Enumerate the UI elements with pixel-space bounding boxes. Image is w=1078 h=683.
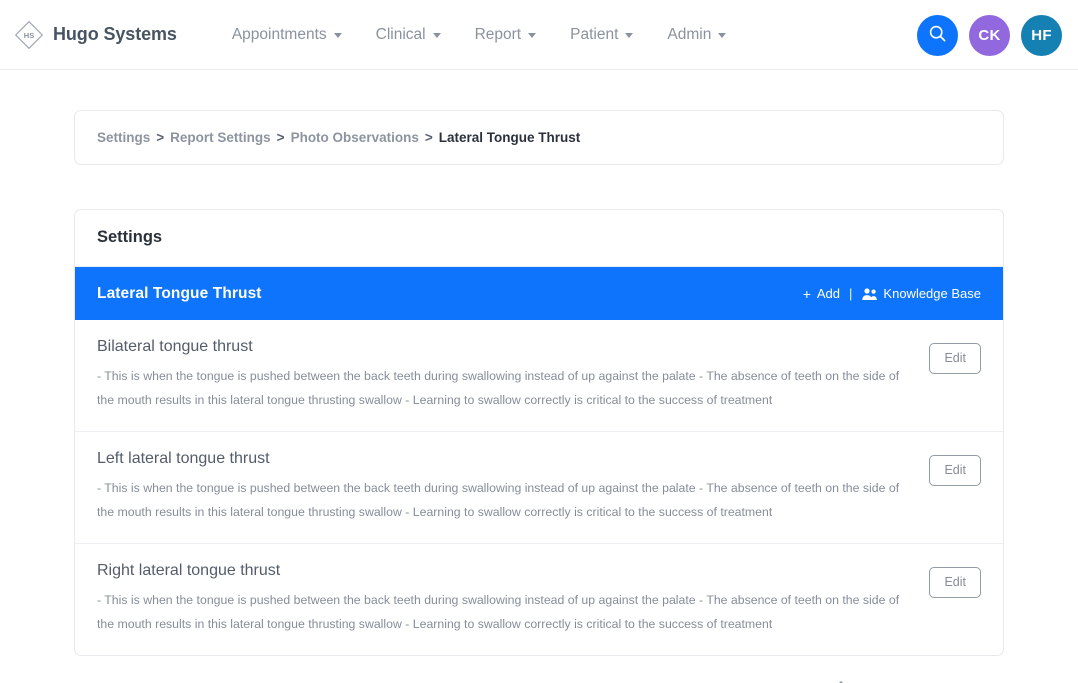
list-item-title: Left lateral tongue thrust bbox=[97, 450, 270, 468]
list-item-description: - This is when the tongue is pushed betw… bbox=[97, 593, 900, 632]
breadcrumb-item-report-settings[interactable]: Report Settings bbox=[170, 130, 271, 145]
add-button-label: Add bbox=[816, 286, 841, 301]
edit-button[interactable]: Edit bbox=[929, 343, 981, 374]
nav-item-label: Admin bbox=[667, 25, 712, 43]
brand-logo-link[interactable]: HS Hugo Systems bbox=[14, 20, 177, 50]
list-item-title: Right lateral tongue thrust bbox=[97, 562, 281, 580]
knowledge-base-label: Knowledge Base bbox=[883, 286, 981, 301]
breadcrumb-item-photo-observations[interactable]: Photo Observations bbox=[291, 130, 419, 145]
list-item-description: - This is when the tongue is pushed betw… bbox=[97, 481, 900, 520]
nav-item-patient[interactable]: Patient bbox=[553, 20, 650, 50]
knowledge-base-button[interactable]: Knowledge Base bbox=[861, 286, 981, 301]
svg-text:HS: HS bbox=[24, 31, 34, 40]
settings-card: Settings Lateral Tongue Thrust + Add | K… bbox=[74, 209, 1004, 657]
diamond-hs-logo-icon: HS bbox=[14, 20, 44, 50]
list-item-title: Bilateral tongue thrust bbox=[97, 338, 253, 355]
avatar-initials: HF bbox=[1031, 26, 1052, 44]
nav-item-clinical[interactable]: Clinical bbox=[359, 20, 458, 50]
avatar-ck[interactable]: CK bbox=[969, 14, 1010, 56]
section-header-bar: Lateral Tongue Thrust + Add | Knowledge … bbox=[75, 267, 1003, 320]
nav-item-label: Patient bbox=[570, 25, 619, 43]
chevron-down-icon bbox=[432, 33, 441, 38]
main-nav: Appointments Clinical Report Patient Adm… bbox=[215, 20, 743, 50]
top-navigation-bar: HS Hugo Systems Appointments Clinical Re… bbox=[0, 0, 1078, 70]
footer-logo: HS HUGO SYSTEMS bbox=[818, 678, 1004, 683]
page-title: Settings bbox=[75, 210, 1003, 267]
footer: HS HUGO SYSTEMS bbox=[74, 678, 1004, 683]
edit-button[interactable]: Edit bbox=[929, 455, 981, 487]
brand-name: Hugo Systems bbox=[53, 24, 177, 44]
avatar-initials: CK bbox=[978, 26, 1001, 44]
list-item-text: Right lateral tongue thrust - This is wh… bbox=[97, 561, 911, 637]
chevron-down-icon bbox=[625, 33, 634, 38]
nav-item-admin[interactable]: Admin bbox=[650, 20, 743, 50]
edit-button[interactable]: Edit bbox=[929, 567, 981, 599]
list-item-text: Bilateral tongue thrust - This is when t… bbox=[97, 337, 911, 413]
nav-item-report[interactable]: Report bbox=[458, 20, 554, 50]
breadcrumb-item-current: Lateral Tongue Thrust bbox=[438, 130, 581, 145]
people-icon bbox=[861, 287, 878, 301]
list-item: Left lateral tongue thrust - This is whe… bbox=[75, 432, 1003, 545]
list-item: Bilateral tongue thrust - This is when t… bbox=[75, 320, 1003, 433]
breadcrumb-separator: > bbox=[276, 130, 285, 145]
top-bar-actions: CK HF bbox=[917, 0, 1062, 70]
breadcrumb-separator: > bbox=[156, 130, 165, 145]
search-button[interactable] bbox=[917, 14, 958, 56]
content-container: Settings > Report Settings > Photo Obser… bbox=[74, 110, 1004, 683]
search-icon bbox=[928, 24, 947, 47]
breadcrumb-separator: > bbox=[424, 130, 433, 145]
list-item: Right lateral tongue thrust - This is wh… bbox=[75, 544, 1003, 655]
breadcrumb-item-settings[interactable]: Settings bbox=[97, 130, 150, 145]
nav-item-appointments[interactable]: Appointments bbox=[215, 20, 359, 50]
nav-item-label: Clinical bbox=[375, 25, 426, 43]
chevron-down-icon bbox=[718, 33, 727, 38]
breadcrumb: Settings > Report Settings > Photo Obser… bbox=[74, 110, 1004, 165]
chevron-down-icon bbox=[528, 33, 537, 38]
list-item-description: - This is when the tongue is pushed betw… bbox=[97, 369, 900, 408]
chevron-down-icon bbox=[333, 33, 342, 38]
section-title: Lateral Tongue Thrust bbox=[97, 284, 262, 302]
page-body: Settings > Report Settings > Photo Obser… bbox=[0, 110, 1078, 683]
avatar-hf[interactable]: HF bbox=[1021, 14, 1062, 56]
nav-item-label: Appointments bbox=[231, 25, 327, 43]
nav-item-label: Report bbox=[474, 25, 522, 43]
list-item-text: Left lateral tongue thrust - This is whe… bbox=[97, 449, 911, 525]
actions-divider: | bbox=[849, 286, 853, 301]
diamond-hs-logo-icon: HS bbox=[818, 678, 864, 683]
section-actions: + Add | Knowledge Base bbox=[803, 286, 981, 301]
plus-icon: + bbox=[802, 285, 811, 302]
add-button[interactable]: + Add bbox=[803, 286, 840, 301]
